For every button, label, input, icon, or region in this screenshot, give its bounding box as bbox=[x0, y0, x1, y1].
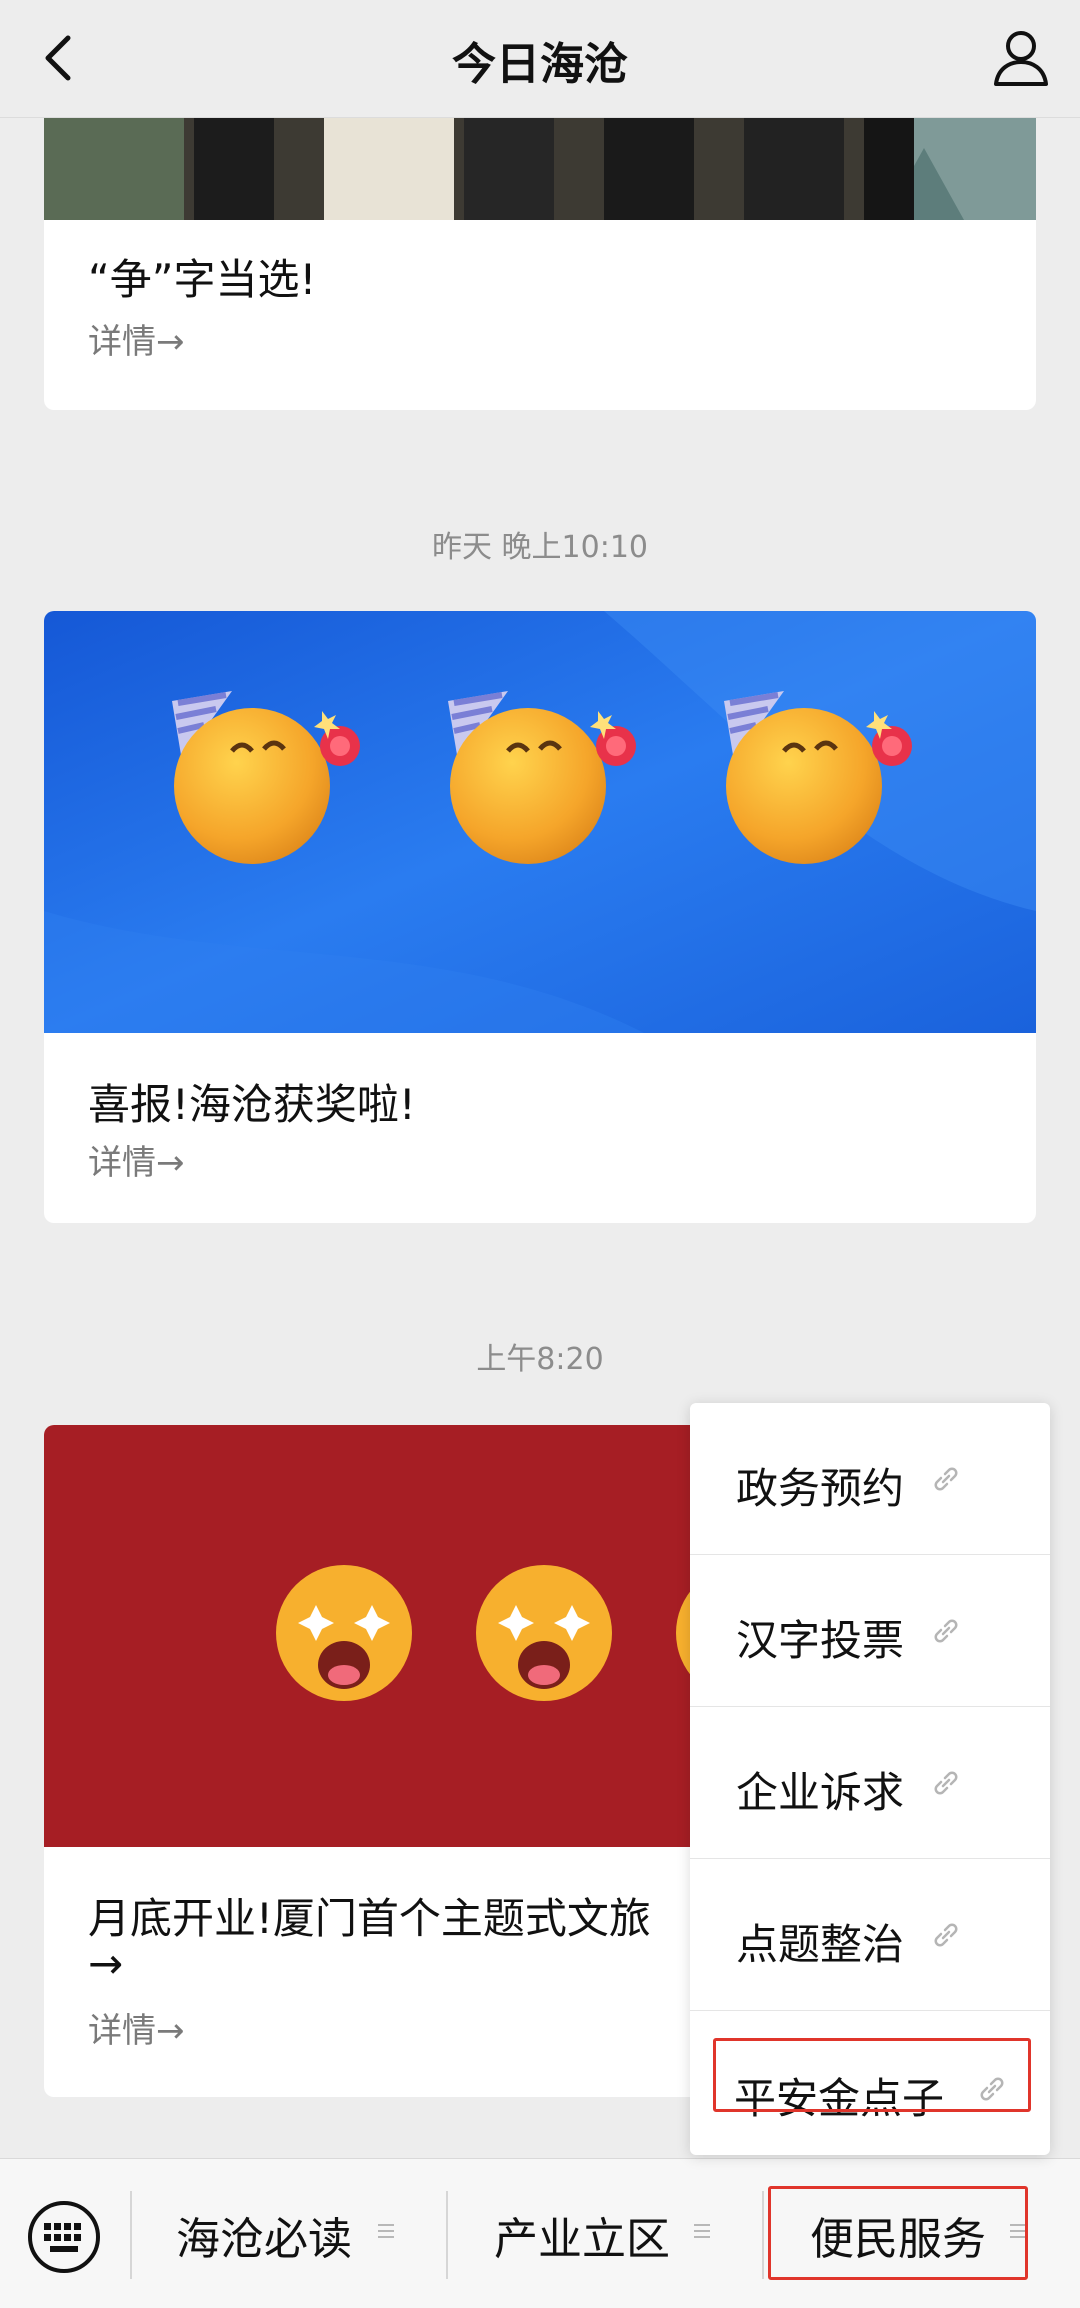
submenu-item-vote[interactable]: 汉字投票 bbox=[690, 1555, 1050, 1707]
link-icon bbox=[930, 1767, 962, 1799]
menu-tab-must-read[interactable]: 海沧必读 bbox=[176, 2203, 352, 2267]
submenu-item-label: 政务预约 bbox=[736, 1464, 905, 1513]
timestamp: 上午8:20 bbox=[476, 1342, 604, 1377]
article-title-continued: → bbox=[88, 1939, 124, 1988]
divider bbox=[130, 2191, 132, 2279]
submenu-item-safety-ideas[interactable]: 平安金点子 bbox=[690, 2011, 1050, 2163]
submenu-item-label: 企业诉求 bbox=[736, 1768, 905, 1817]
submenu-indicator-icon bbox=[692, 2219, 712, 2243]
submenu-indicator-icon bbox=[376, 2219, 396, 2243]
submenu-item-appointment[interactable]: 政务预约 bbox=[690, 1403, 1050, 1555]
divider bbox=[762, 2191, 764, 2279]
submenu-item-rectify[interactable]: 点题整治 bbox=[690, 1859, 1050, 2011]
keyboard-icon[interactable] bbox=[26, 2199, 102, 2275]
article-title[interactable]: 喜报!海沧获奖啦! bbox=[88, 1071, 416, 1132]
timestamp: 昨天 晚上10:10 bbox=[432, 530, 648, 565]
profile-icon[interactable] bbox=[990, 26, 1052, 88]
article-card[interactable]: “争”字当选! 详情→ bbox=[44, 118, 1036, 410]
article-cover-image bbox=[44, 118, 1036, 220]
article-title[interactable]: “争”字当选! bbox=[88, 246, 316, 307]
menu-tab-industry[interactable]: 产业立区 bbox=[494, 2203, 670, 2267]
link-icon bbox=[930, 1615, 962, 1647]
link-icon bbox=[930, 1919, 962, 1951]
submenu-item-enterprise[interactable]: 企业诉求 bbox=[690, 1707, 1050, 1859]
submenu-item-label: 平安金点子 bbox=[734, 2074, 945, 2123]
article-cover-image bbox=[44, 611, 1036, 1033]
article-details-link[interactable]: 详情→ bbox=[88, 314, 185, 363]
link-icon bbox=[930, 1463, 962, 1495]
article-details-link[interactable]: 详情→ bbox=[88, 2003, 185, 2052]
top-nav-bar: 今日海沧 bbox=[0, 0, 1080, 118]
article-title[interactable]: 月底开业!厦门首个主题式文旅 bbox=[88, 1885, 651, 1946]
submenu-item-label: 点题整治 bbox=[736, 1920, 905, 1969]
submenu-item-label: 汉字投票 bbox=[736, 1616, 905, 1665]
link-icon bbox=[976, 2073, 1008, 2105]
article-card[interactable]: 喜报!海沧获奖啦! 详情→ bbox=[44, 611, 1036, 1223]
article-details-link[interactable]: 详情→ bbox=[88, 1135, 185, 1184]
account-title: 今日海沧 bbox=[452, 39, 628, 90]
divider bbox=[446, 2191, 448, 2279]
highlight-box bbox=[768, 2186, 1028, 2280]
service-submenu: 政务预约 汉字投票 企业诉求 点题整治 平安金点子 bbox=[690, 1403, 1050, 2155]
